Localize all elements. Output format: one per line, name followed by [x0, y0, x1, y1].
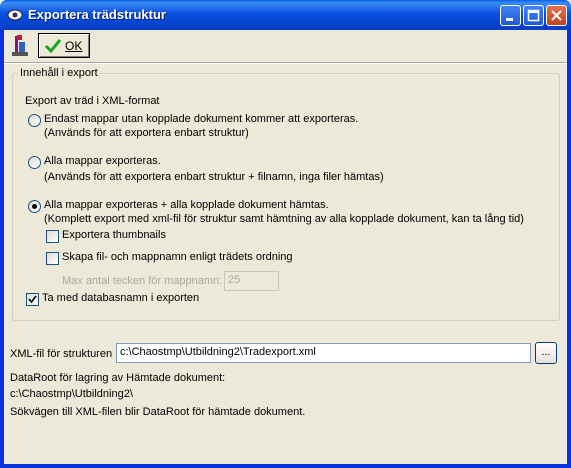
option-1-note: (Används för att exportera enbart strukt… — [44, 127, 249, 139]
title-bar[interactable]: Exportera trädstruktur — [0, 0, 571, 30]
export-tool-icon[interactable] — [8, 34, 32, 58]
thumbnails-checkbox[interactable] — [46, 230, 59, 243]
radio-folders-only[interactable] — [28, 114, 41, 127]
close-button[interactable] — [546, 5, 567, 26]
toolbar-separator — [4, 62, 567, 64]
minimize-icon — [506, 18, 513, 21]
option-2-label[interactable]: Alla mappar exporteras. — [44, 155, 161, 167]
radio-all-with-documents[interactable] — [28, 200, 41, 213]
max-chars-input[interactable]: 25 — [224, 271, 279, 291]
minimize-button[interactable] — [500, 5, 521, 26]
max-chars-label: Max antal tecken för mappnamn: — [62, 275, 223, 287]
option-2-note: (Används för att exportera enbart strukt… — [44, 171, 384, 183]
dialog-client: OK Innehåll i export Export av träd i XM… — [4, 30, 567, 464]
checkmark-icon — [44, 39, 62, 54]
naming-checkbox[interactable] — [46, 252, 59, 265]
option-3-label[interactable]: Alla mappar exporteras + alla kopplade d… — [44, 199, 329, 211]
window-title: Exportera trädstruktur — [28, 7, 166, 22]
browse-button[interactable]: ... — [535, 342, 557, 364]
dataroot-label: DataRoot för lagring av Hämtade dokument… — [10, 372, 226, 384]
ok-button[interactable]: OK — [38, 33, 90, 58]
close-icon — [551, 10, 562, 21]
ok-button-label: OK — [65, 39, 83, 53]
dialog-window: Exportera trädstruktur OK Innehåll i exp… — [0, 0, 571, 468]
dataroot-note: Sökvägen till XML-filen blir DataRoot fö… — [10, 406, 306, 418]
dataroot-value: c:\Chaostmp\Utbildning2\ — [10, 388, 133, 400]
option-3-note: (Komplett export med xml-fil för struktu… — [44, 213, 524, 225]
radio-all-folders[interactable] — [28, 156, 41, 169]
dbname-label[interactable]: Ta med databasnamn i exporten — [42, 292, 199, 304]
maximize-button[interactable] — [523, 5, 544, 26]
option-1-label[interactable]: Endast mappar utan kopplade dokument kom… — [44, 113, 358, 125]
export-heading: Export av träd i XML-format — [25, 95, 160, 107]
checkmark-icon — [28, 295, 37, 304]
thumbnails-label[interactable]: Exportera thumbnails — [62, 229, 166, 241]
maximize-icon — [527, 9, 540, 22]
xml-file-label: XML-fil för strukturen — [10, 348, 113, 360]
naming-label[interactable]: Skapa fil- och mappnamn enligt trädets o… — [62, 251, 293, 263]
xml-file-input[interactable]: c:\Chaostmp\Utbildning2\Tradexport.xml — [116, 343, 531, 363]
dbname-checkbox[interactable] — [26, 293, 39, 306]
group-legend: Innehåll i export — [18, 67, 100, 79]
app-icon — [7, 9, 23, 21]
